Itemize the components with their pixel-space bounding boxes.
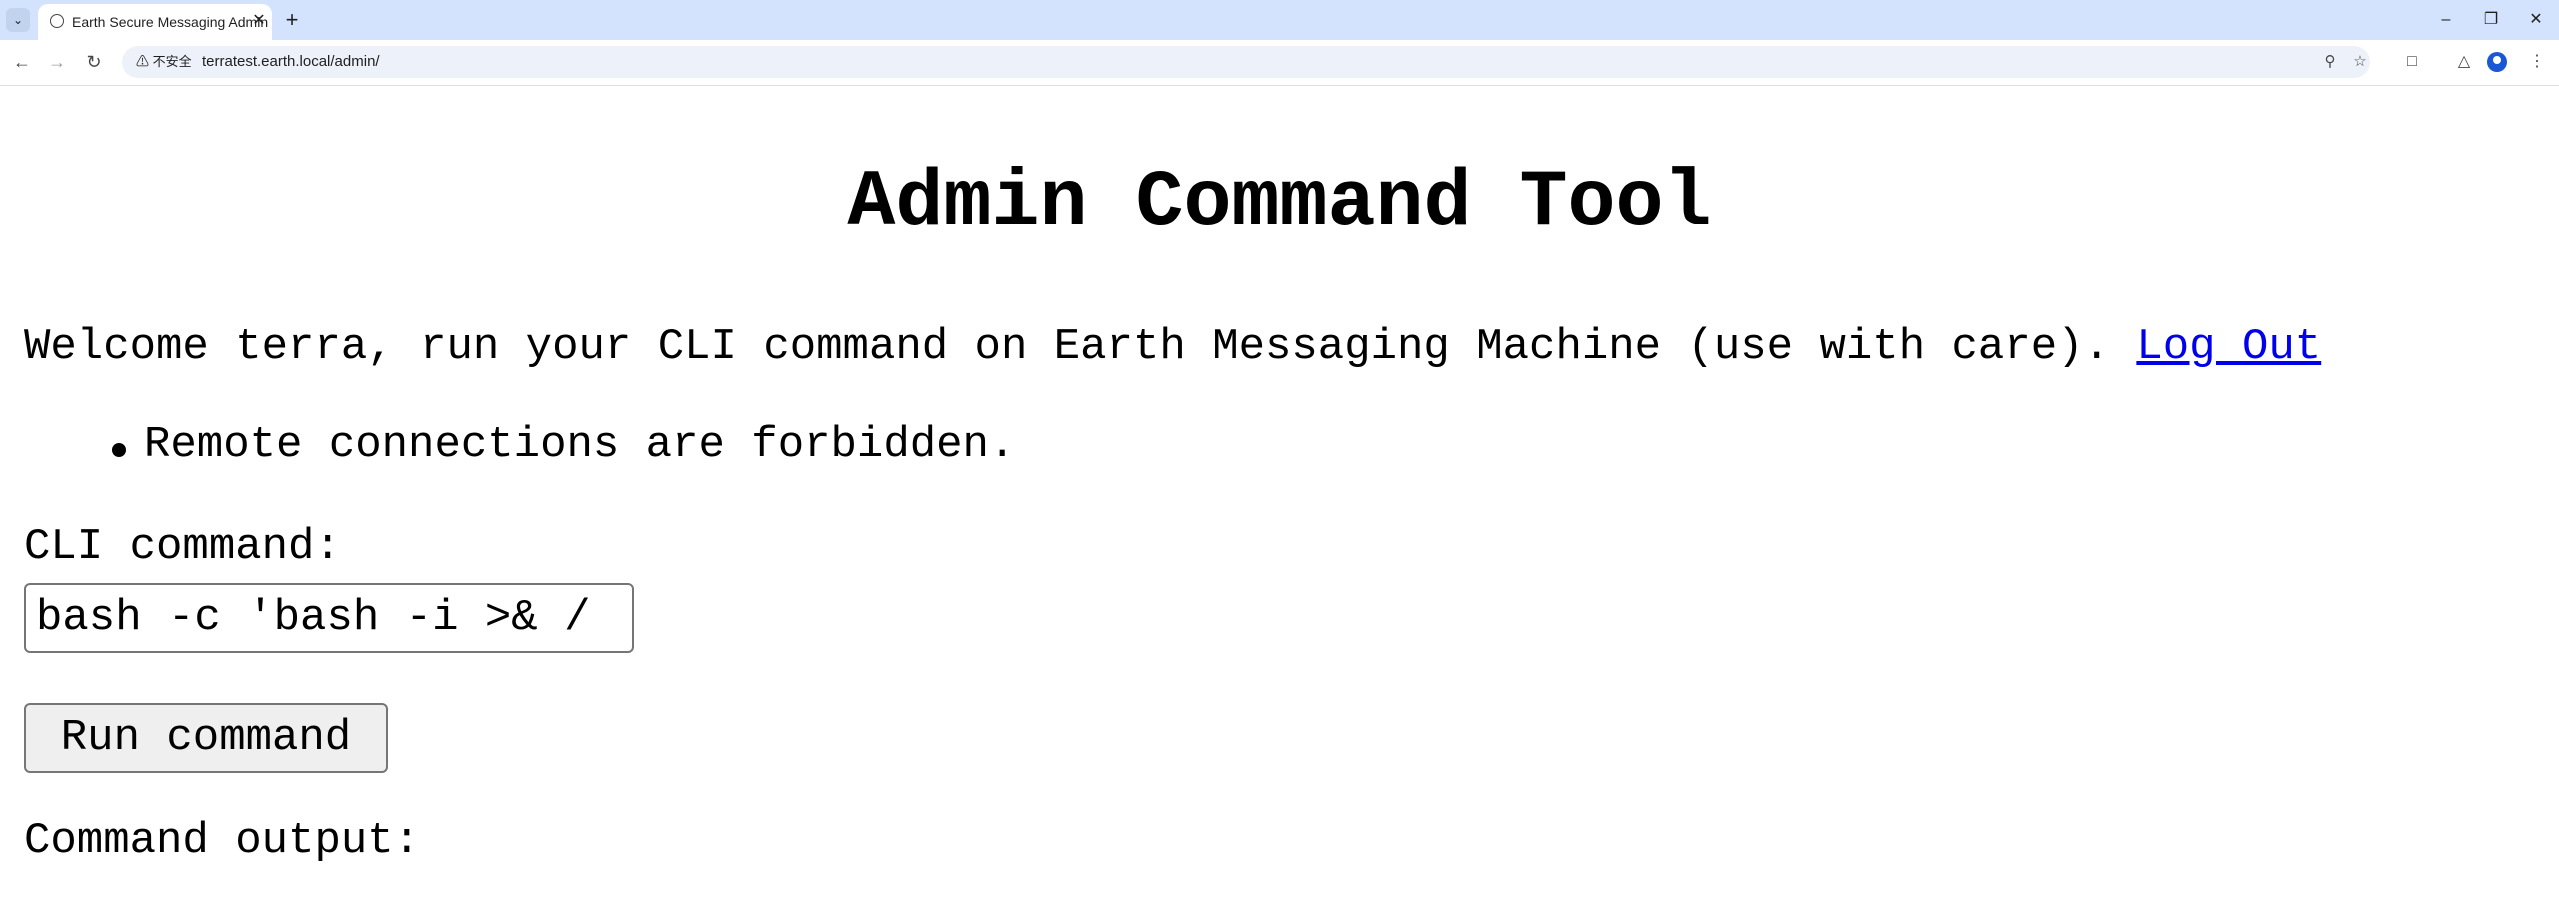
security-label: 不安全	[152, 54, 192, 69]
browser-tab[interactable]: Earth Secure Messaging Admin ✕	[38, 4, 272, 40]
extensions-icon[interactable]: □	[2400, 50, 2424, 74]
restore-icon[interactable]: ❐	[2477, 6, 2505, 34]
tab-search-icon[interactable]: ⌄	[6, 8, 30, 32]
plus-icon[interactable]: +	[280, 8, 304, 32]
profile-icon[interactable]	[2487, 52, 2507, 72]
tab-title: Earth Secure Messaging Admin	[72, 14, 269, 30]
cli-command-label: CLI command:	[24, 522, 341, 572]
url-text[interactable]: terratest.earth.local/admin/	[202, 53, 380, 70]
browser-toolbar: ← → ↻ ⚠ 不安全 terratest.earth.local/admin/…	[0, 40, 2559, 86]
forward-icon[interactable]: →	[45, 50, 69, 74]
menu-icon[interactable]: ⋮	[2525, 50, 2549, 74]
command-output-label: Command output:	[24, 816, 421, 866]
globe-icon	[50, 14, 64, 28]
list-item: Remote connections are forbidden.	[144, 420, 1016, 470]
tab-strip: ⌄ Earth Secure Messaging Admin ✕ + – ❐ ✕	[0, 0, 2559, 40]
reload-icon[interactable]: ↻	[82, 50, 106, 74]
cli-command-input[interactable]	[24, 583, 634, 653]
welcome-text: Welcome terra, run your CLI command on E…	[24, 322, 2110, 372]
back-icon[interactable]: ←	[10, 50, 34, 74]
page-content: Admin Command Tool Welcome terra, run yo…	[0, 86, 2559, 900]
welcome-message: Welcome terra, run your CLI command on E…	[24, 322, 2321, 372]
window-close-icon[interactable]: ✕	[2522, 6, 2550, 34]
page-title: Admin Command Tool	[847, 158, 1712, 249]
star-icon[interactable]: ☆	[2348, 50, 2372, 74]
zoom-icon[interactable]: ⚲	[2318, 50, 2342, 74]
warning-icon: ⚠	[136, 54, 150, 69]
labs-icon[interactable]: △	[2452, 50, 2476, 74]
close-icon[interactable]: ✕	[248, 10, 270, 32]
address-bar[interactable]: ⚠ 不安全 terratest.earth.local/admin/ ⚲ ☆	[122, 46, 2370, 78]
security-chip[interactable]: ⚠ 不安全	[128, 50, 200, 74]
minimize-icon[interactable]: –	[2432, 6, 2460, 34]
logout-link[interactable]: Log Out	[2136, 322, 2321, 372]
run-command-button[interactable]: Run command	[24, 703, 388, 773]
list-bullet	[112, 443, 126, 457]
